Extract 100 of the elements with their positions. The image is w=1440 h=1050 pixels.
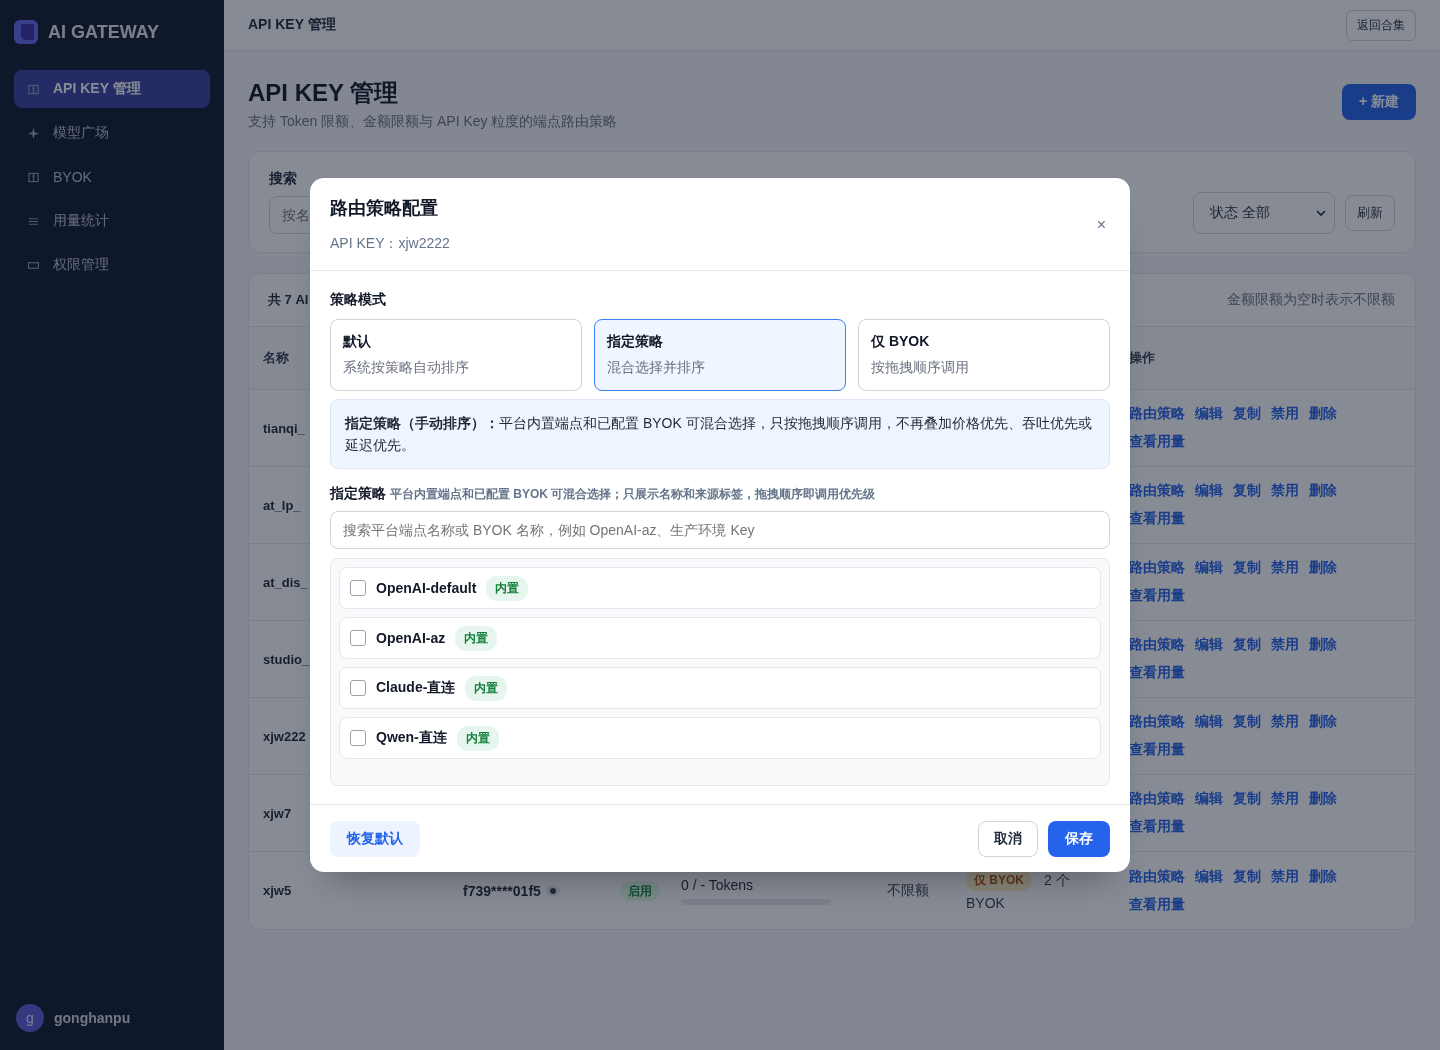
action-link[interactable]: 编辑 <box>1195 636 1223 654</box>
reset-button[interactable]: 恢复默认 <box>330 821 420 857</box>
nav-item[interactable]: API KEY 管理 <box>14 70 210 108</box>
table-cell: f739****01f5 <box>463 882 541 899</box>
nav-item[interactable]: 权限管理 <box>14 246 210 284</box>
action-link[interactable]: 禁用 <box>1271 482 1299 500</box>
endpoint-name: OpenAI-az <box>376 630 446 646</box>
checkbox[interactable] <box>350 630 366 646</box>
close-button[interactable]: × <box>1092 215 1110 234</box>
brand-name: AI GATEWAY <box>48 21 159 43</box>
cancel-button[interactable]: 取消 <box>978 821 1038 857</box>
action-link[interactable]: 复制 <box>1233 405 1261 423</box>
action-link[interactable]: 复制 <box>1233 867 1261 886</box>
endpoint-item[interactable]: Qwen-直连 内置 <box>339 717 1101 759</box>
action-link[interactable]: 禁用 <box>1271 790 1299 808</box>
action-link[interactable]: 编辑 <box>1195 559 1223 577</box>
action-link[interactable]: 删除 <box>1309 559 1337 577</box>
eye-icon[interactable] <box>544 884 561 897</box>
nav-item[interactable]: BYOK <box>14 158 210 196</box>
action-link[interactable]: 路由策略 <box>1129 559 1185 577</box>
action-link[interactable]: 复制 <box>1233 636 1261 654</box>
back-button[interactable]: 返回合集 <box>1346 9 1416 41</box>
action-link[interactable]: 路由策略 <box>1129 790 1185 808</box>
section-label: 指定策略 <box>330 485 386 503</box>
checkbox[interactable] <box>350 680 366 696</box>
sparkle-icon <box>28 127 39 139</box>
mode-option[interactable]: 仅 BYOK 按拖拽顺序调用 <box>858 319 1110 391</box>
action-link[interactable]: 编辑 <box>1195 482 1223 500</box>
table-cell: at_lp_ <box>263 497 301 513</box>
strategy-badge: 仅 BYOK <box>966 870 1032 891</box>
action-link[interactable]: 查看用量 <box>1129 664 1185 682</box>
endpoint-name: Claude-直连 <box>376 679 456 697</box>
action-link[interactable]: 查看用量 <box>1129 587 1185 605</box>
action-link[interactable]: 查看用量 <box>1129 510 1185 528</box>
action-link[interactable]: 编辑 <box>1195 790 1223 808</box>
table-cell: tianqi_ <box>263 420 305 436</box>
endpoint-item[interactable]: OpenAI-az 内置 <box>339 617 1101 659</box>
source-tag: 内置 <box>455 625 498 651</box>
action-link[interactable]: 删除 <box>1309 636 1337 654</box>
action-link[interactable]: 查看用量 <box>1129 741 1185 759</box>
action-link[interactable]: 删除 <box>1309 482 1337 500</box>
action-link[interactable]: 查看用量 <box>1129 433 1185 451</box>
new-button[interactable]: + 新建 <box>1341 84 1416 120</box>
action-link[interactable]: 复制 <box>1233 790 1261 808</box>
action-link[interactable]: 禁用 <box>1271 559 1299 577</box>
action-link[interactable]: 路由策略 <box>1129 405 1185 423</box>
action-link[interactable]: 禁用 <box>1271 405 1299 423</box>
endpoint-name: Qwen-直连 <box>376 729 447 747</box>
action-link[interactable]: 路由策略 <box>1129 713 1185 731</box>
action-link[interactable]: 删除 <box>1309 713 1337 731</box>
mode-option[interactable]: 默认 系统按策略自动排序 <box>330 319 582 391</box>
endpoint-name: OpenAI-default <box>376 580 477 596</box>
source-tag: 内置 <box>486 575 529 601</box>
section-label: 策略模式 <box>330 291 387 309</box>
table-cell: xjw7 <box>263 805 292 821</box>
status-badge: 启用 <box>620 881 660 901</box>
checkbox[interactable] <box>350 580 366 596</box>
action-link[interactable]: 查看用量 <box>1129 818 1185 836</box>
endpoint-item[interactable]: OpenAI-default 内置 <box>339 567 1101 609</box>
refresh-button[interactable]: 刷新 <box>1345 195 1395 231</box>
action-link[interactable]: 禁用 <box>1271 636 1299 654</box>
action-link[interactable]: 路由策略 <box>1129 482 1185 500</box>
action-link[interactable]: 删除 <box>1309 790 1337 808</box>
dialog-title: 路由策略配置 <box>330 197 439 220</box>
action-link[interactable]: 复制 <box>1233 482 1261 500</box>
table-cell: studio_ <box>263 651 310 667</box>
user-name: gonghanpu <box>54 1010 131 1026</box>
user-avatar[interactable]: g <box>16 1004 44 1032</box>
chevron-down-icon <box>1316 210 1326 216</box>
action-link[interactable]: 编辑 <box>1195 405 1223 423</box>
save-button[interactable]: 保存 <box>1048 821 1110 857</box>
card-icon <box>28 259 39 271</box>
strategy-count: 2 个 <box>1044 871 1070 890</box>
checkbox[interactable] <box>350 730 366 746</box>
source-tag: 内置 <box>465 675 508 701</box>
action-link[interactable]: 复制 <box>1233 559 1261 577</box>
action-link[interactable]: 路由策略 <box>1129 636 1185 654</box>
action-link[interactable]: 编辑 <box>1195 713 1223 731</box>
column-header: 名称 <box>263 349 289 367</box>
table-cell: xjw5 <box>263 883 292 898</box>
action-link[interactable]: 编辑 <box>1195 867 1223 886</box>
mode-option[interactable]: 指定策略 混合选择并排序 <box>594 319 846 391</box>
action-link[interactable]: 查看用量 <box>1129 895 1185 914</box>
action-link[interactable]: 删除 <box>1309 405 1337 423</box>
endpoint-item[interactable]: Claude-直连 内置 <box>339 667 1101 709</box>
table-count: 共 7 AI <box>268 291 309 309</box>
action-link[interactable]: 路由策略 <box>1129 867 1185 886</box>
status-select[interactable]: 状态 全部 <box>1193 192 1335 234</box>
action-link[interactable]: 禁用 <box>1271 867 1299 886</box>
action-link[interactable]: 复制 <box>1233 713 1261 731</box>
search-label: 搜索 <box>269 170 298 188</box>
nav-item[interactable]: 用量统计 <box>14 202 210 240</box>
table-note: 金额限额为空时表示不限额 <box>1227 291 1395 309</box>
page-title: API KEY 管理 <box>248 78 400 108</box>
table-cell: 不限额 <box>887 882 929 898</box>
strategy-source: BYOK <box>966 895 1006 911</box>
action-link[interactable]: 删除 <box>1309 867 1337 886</box>
action-link[interactable]: 禁用 <box>1271 713 1299 731</box>
endpoint-search-field[interactable]: 搜索平台端点名称或 BYOK 名称，例如 OpenAI-az、生产环境 Key <box>330 511 1110 549</box>
nav-item[interactable]: 模型广场 <box>14 114 210 152</box>
